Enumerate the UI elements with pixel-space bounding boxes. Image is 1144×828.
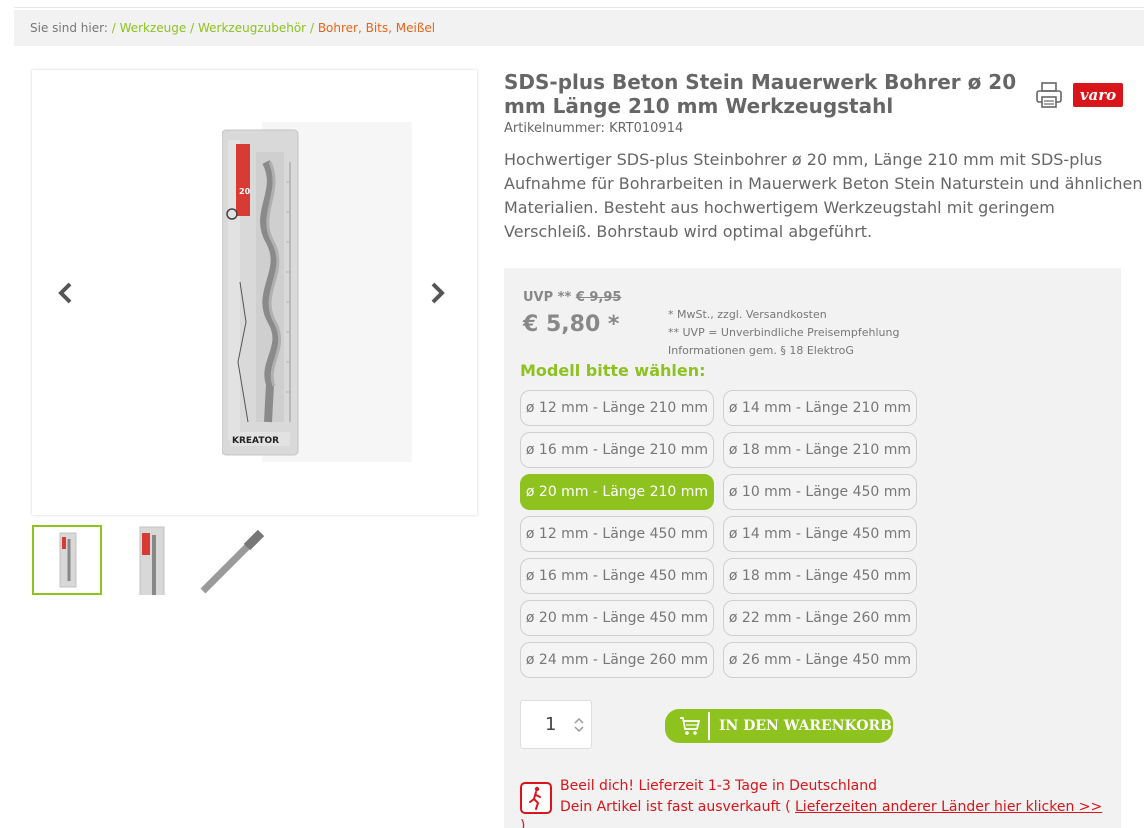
- breadcrumb-separator: /: [111, 21, 116, 35]
- quantity-stepper[interactable]: 1: [520, 700, 592, 749]
- variant-option[interactable]: ø 16 mm - Länge 210 mm: [520, 432, 714, 468]
- model-select-label: Modell bitte wählen:: [520, 361, 706, 380]
- product-description: Hochwertiger SDS-plus Steinbohrer ø 20 m…: [504, 150, 1143, 241]
- article-number-value: KRT010914: [609, 121, 684, 136]
- variant-option[interactable]: ø 20 mm - Länge 450 mm: [520, 600, 714, 636]
- breadcrumb-current: Bohrer, Bits, Meißel: [317, 21, 436, 35]
- breadcrumb: Sie sind hier: / Werkzeuge / Werkzeugzub…: [14, 10, 1144, 46]
- product-brand-text: KREATOR: [232, 436, 279, 446]
- variant-option[interactable]: ø 12 mm - Länge 450 mm: [520, 516, 714, 552]
- variant-option[interactable]: ø 14 mm - Länge 210 mm: [723, 390, 917, 426]
- variant-option[interactable]: ø 14 mm - Länge 450 mm: [723, 516, 917, 552]
- product-image-gallery: 20 KREATOR: [32, 70, 477, 515]
- add-to-cart-button[interactable]: IN DEN WARENKORB: [665, 709, 893, 743]
- thumbnail-image: [139, 526, 165, 595]
- variant-option[interactable]: ø 18 mm - Länge 210 mm: [723, 432, 917, 468]
- urgency-line-2: Dein Artikel ist fast ausverkauft ( Lief…: [560, 797, 1102, 818]
- delivery-urgency-notice: Beeil dich! Lieferzeit 1-3 Tage in Deuts…: [560, 776, 1102, 818]
- brand-logo[interactable]: varo: [1073, 83, 1123, 107]
- uvp-price: UVP ** € 9,95: [523, 290, 621, 305]
- urgency-line-2-prefix: Dein Artikel ist fast ausverkauft (: [560, 799, 791, 815]
- thumbnail-image: [59, 532, 77, 588]
- uvp-old-price: € 9,95: [575, 290, 622, 305]
- brand-logo-text: varo: [1079, 86, 1117, 104]
- cart-button-divider: [708, 712, 710, 740]
- top-divider: [14, 0, 1144, 8]
- variant-option[interactable]: ø 24 mm - Länge 260 mm: [520, 642, 714, 678]
- breadcrumb-link-werkzeugzubehoer[interactable]: Werkzeugzubehör: [198, 21, 306, 35]
- variant-option[interactable]: ø 16 mm - Länge 450 mm: [520, 558, 714, 594]
- urgency-line-2-suffix: ): [520, 818, 526, 828]
- print-button[interactable]: [1034, 80, 1064, 110]
- variant-option[interactable]: ø 12 mm - Länge 210 mm: [520, 390, 714, 426]
- price-notes: * MwSt., zzgl. Versandkosten ** UVP = Un…: [668, 306, 899, 360]
- cart-icon: [680, 717, 701, 735]
- next-image-button[interactable]: [427, 280, 447, 306]
- variant-option[interactable]: ø 26 mm - Länge 450 mm: [723, 642, 917, 678]
- hourglass-runner-icon: [520, 782, 552, 814]
- buy-box: UVP ** € 9,95 € 5,80 * * MwSt., zzgl. Ve…: [504, 268, 1121, 828]
- quantity-value[interactable]: 1: [545, 714, 556, 735]
- breadcrumb-link-werkzeuge[interactable]: Werkzeuge: [120, 21, 187, 35]
- product-title: SDS-plus Beton Stein Mauerwerk Bohrer ø …: [504, 70, 1017, 118]
- thumbnail-3[interactable]: [197, 525, 267, 595]
- price-note: Informationen gem. § 18 ElektroG: [668, 344, 854, 357]
- variant-option-selected[interactable]: ø 20 mm - Länge 210 mm: [520, 474, 714, 510]
- breadcrumb-prefix: Sie sind hier:: [30, 21, 108, 35]
- breadcrumb-separator: /: [190, 21, 195, 35]
- print-icon: [1036, 82, 1062, 108]
- variant-option[interactable]: ø 22 mm - Länge 260 mm: [723, 600, 917, 636]
- variant-option[interactable]: ø 18 mm - Länge 450 mm: [723, 558, 917, 594]
- svg-text:20: 20: [239, 187, 251, 196]
- chevron-left-icon: [58, 282, 72, 304]
- urgency-line-1: Beeil dich! Lieferzeit 1-3 Tage in Deuts…: [560, 778, 878, 794]
- spinner-arrows-icon[interactable]: [572, 716, 586, 734]
- delivery-times-other-countries-link[interactable]: Lieferzeiten anderer Länder hier klicken…: [795, 799, 1102, 815]
- add-to-cart-label: IN DEN WARENKORB: [719, 718, 892, 734]
- uvp-label: UVP **: [523, 290, 572, 305]
- current-price: € 5,80 *: [523, 312, 620, 337]
- thumbnail-image: [200, 529, 265, 594]
- breadcrumb-separator: /: [309, 21, 314, 35]
- thumbnail-1[interactable]: [32, 525, 102, 595]
- price-note: ** UVP = Unverbindliche Preisempfehlung: [668, 326, 900, 339]
- chevron-right-icon: [431, 282, 445, 304]
- price-note: * MwSt., zzgl. Versandkosten: [668, 308, 827, 321]
- product-image[interactable]: 20 KREATOR: [222, 122, 432, 462]
- article-number: Artikelnummer: KRT010914: [504, 121, 683, 136]
- thumbnail-2[interactable]: [114, 525, 184, 595]
- article-number-label: Artikelnummer:: [504, 121, 605, 136]
- variant-option[interactable]: ø 10 mm - Länge 450 mm: [723, 474, 917, 510]
- previous-image-button[interactable]: [56, 280, 76, 306]
